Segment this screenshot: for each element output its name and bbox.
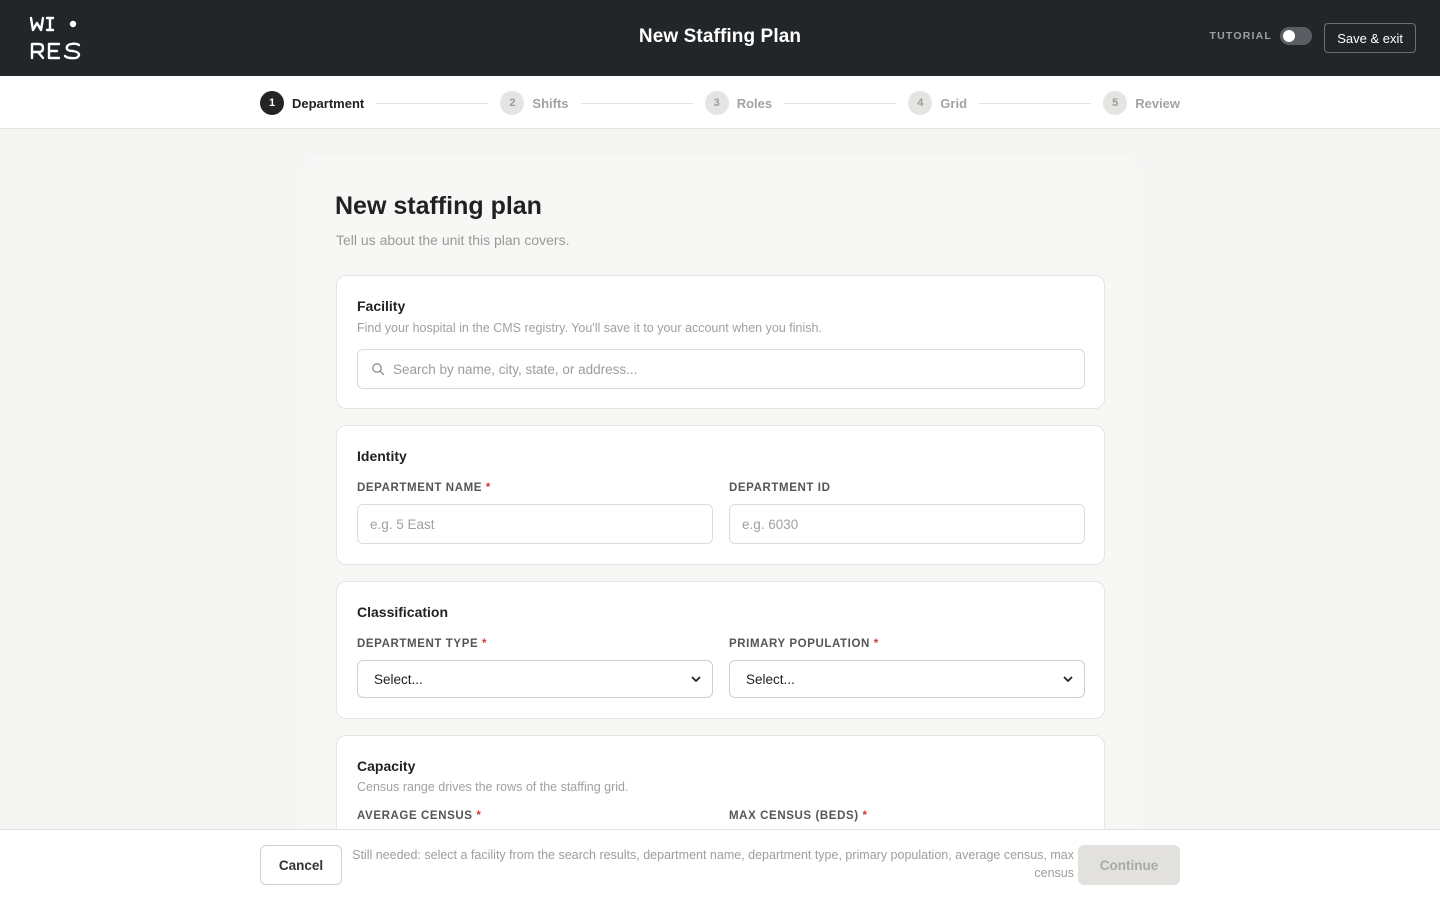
step-roles[interactable]: 3 Roles [704,91,773,115]
tutorial-toggle[interactable] [1280,27,1312,45]
primary-population-label: PRIMARY POPULATION * [729,638,879,650]
classification-section: Classification DEPARTMENT TYPE * Select.… [336,581,1105,719]
section-description: Find your hospital in the CMS registry. … [357,321,822,335]
still-needed-message: Still needed: select a facility from the… [352,848,1074,880]
bottom-action-bar: Cancel Still needed: select a facility f… [0,829,1440,900]
step-label: Shifts [532,95,569,111]
department-id-input[interactable] [729,504,1085,544]
page-subtitle: Tell us about the unit this plan covers. [336,232,570,248]
tutorial-label: TUTORIAL [1209,30,1272,42]
chevron-down-icon [1063,676,1073,682]
facility-search[interactable] [357,349,1085,389]
step-connector [376,102,489,104]
section-title: Facility [357,298,406,314]
required-marker: * [476,810,482,822]
section-description: Census range drives the rows of the staf… [357,780,629,794]
label-text: AVERAGE CENSUS [357,810,473,822]
step-number: 4 [908,91,933,115]
step-department[interactable]: 1 Department [260,91,364,115]
primary-population-select[interactable]: Select... [729,660,1085,698]
stepper: 1 Department 2 Shifts 3 Roles 4 Grid 5 R… [260,90,1180,116]
page-title: New staffing plan [335,192,542,220]
section-title: Capacity [357,758,416,774]
step-label: Roles [736,95,773,111]
step-number: 3 [704,91,729,115]
required-marker: * [485,482,491,494]
step-shifts[interactable]: 2 Shifts [500,91,569,115]
label-text: MAX CENSUS (BEDS) [729,810,859,822]
department-name-input[interactable] [357,504,713,544]
chevron-down-icon [691,676,701,682]
step-label: Review [1135,95,1181,111]
department-type-label: DEPARTMENT TYPE * [357,638,487,650]
step-connector [580,102,693,104]
section-title: Classification [357,604,449,620]
select-value: Select... [374,671,423,687]
step-connector [784,102,897,104]
label-text: DEPARTMENT NAME [357,482,483,494]
section-title: Identity [357,448,407,464]
facility-section: Facility Find your hospital in the CMS r… [336,275,1105,409]
save-exit-button[interactable]: Save & exit [1324,23,1416,53]
step-grid[interactable]: 4 Grid [908,91,967,115]
step-number: 5 [1103,91,1128,115]
department-id-label: DEPARTMENT ID [729,482,831,494]
facility-search-input[interactable] [393,361,1084,377]
label-text: PRIMARY POPULATION [729,638,870,650]
select-value: Select... [746,671,795,687]
stepper-bar: 1 Department 2 Shifts 3 Roles 4 Grid 5 R… [0,76,1440,129]
department-type-select[interactable]: Select... [357,660,713,698]
continue-button[interactable]: Continue [1078,845,1180,885]
tutorial-control: TUTORIAL [1209,27,1312,45]
step-number: 1 [260,91,284,115]
top-header: New Staffing Plan TUTORIAL Save & exit [0,0,1440,76]
step-label: Grid [940,95,968,111]
step-number: 2 [500,91,525,115]
required-marker: * [482,638,488,650]
step-connector [979,102,1092,104]
step-label: Department [292,95,365,111]
required-marker: * [873,638,879,650]
max-census-label: MAX CENSUS (BEDS) * [729,810,868,822]
cancel-button[interactable]: Cancel [260,845,342,885]
search-icon [372,363,385,376]
department-name-label: DEPARTMENT NAME * [357,482,491,494]
step-review[interactable]: 5 Review [1103,91,1180,115]
required-marker: * [862,810,868,822]
label-text: DEPARTMENT TYPE [357,638,479,650]
average-census-label: AVERAGE CENSUS * [357,810,481,822]
toggle-knob [1283,30,1295,42]
identity-section: Identity DEPARTMENT NAME * DEPARTMENT ID [336,425,1105,565]
